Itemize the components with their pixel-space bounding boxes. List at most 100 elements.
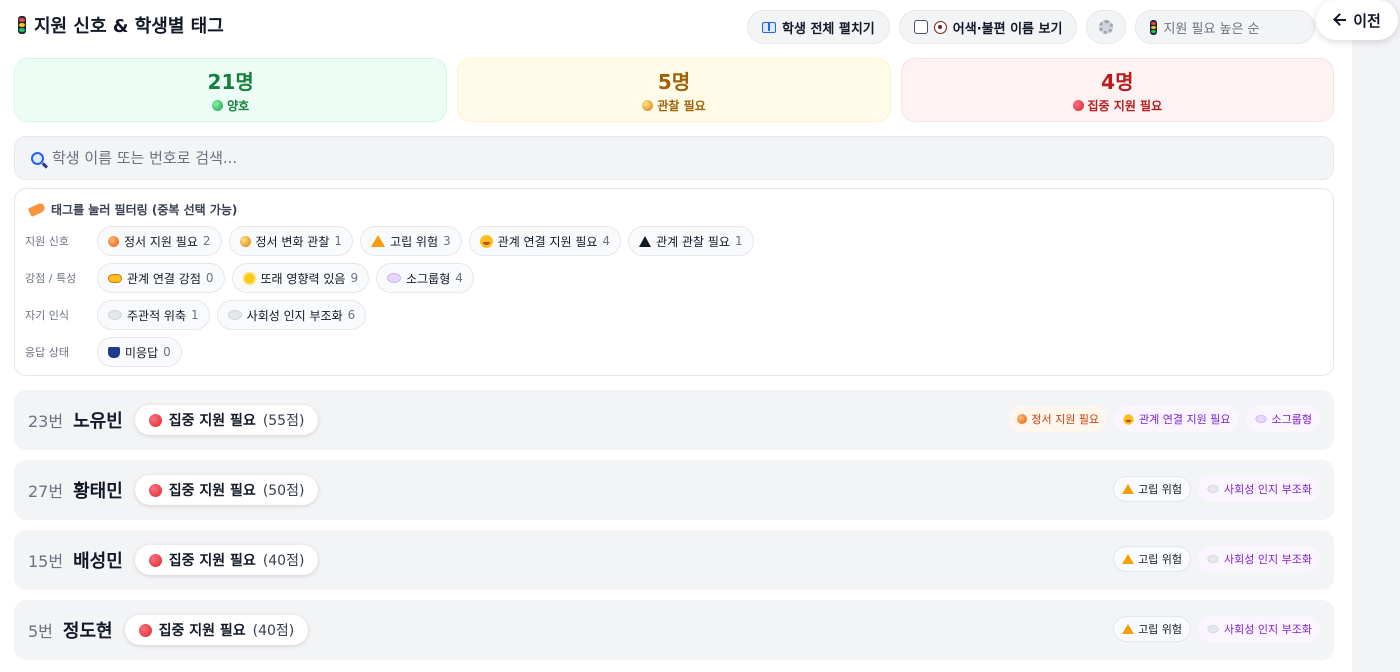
search-bar [14,136,1334,180]
back-button[interactable]: 이전 [1316,0,1398,40]
page-title: 지원 신호 & 학생별 태그 [18,12,224,38]
student-tag: 사회성 인지 부조화 [1198,546,1320,572]
filter-chip[interactable]: 관계 관찰 필요 1 [628,226,754,256]
student-number: 5번 [28,622,53,641]
chip-count: 1 [191,308,199,322]
filter-chip[interactable]: 관계 연결 지원 필요 4 [468,226,622,256]
status-score: (55점) [262,413,305,429]
expand-all-label: 학생 전체 펼치기 [782,21,875,37]
student-row[interactable]: 5번 정도현 집중 지원 필요 (40점) 고립 위험 사회성 인지 부조화 [14,600,1334,660]
student-tag: 고립 위험 [1113,616,1192,642]
black-warning-icon [639,235,652,247]
filter-group-signal: 지원 신호 정서 지원 필요 2 정서 변화 관찰 1 고립 위험 3 관계 연결 지… [25,226,754,256]
chip-count: 4 [602,234,611,248]
filter-chip[interactable]: 정서 변화 관찰 1 [228,226,354,256]
tag-label: 관계 연결 지원 필요 [1139,413,1231,426]
summary-count: 4명 [1101,70,1134,94]
yellow-circle-icon [642,100,654,111]
filter-chip[interactable]: 또래 영향력 있음 9 [231,263,370,293]
back-label: 이전 [1353,11,1381,30]
magnifier-icon [31,151,44,165]
filter-group-label: 강점 / 특성 [25,272,77,285]
tag-label: 사회성 인지 부조화 [1224,623,1312,636]
student-row[interactable]: 27번 황태민 집중 지원 필요 (50점) 고립 위험 사회성 인지 부조화 [14,460,1334,520]
chip-count: 0 [163,345,171,359]
status-score: (40점) [252,623,295,639]
gear-icon [1099,20,1114,34]
filter-chip[interactable]: 미응답 0 [97,337,182,367]
filter-chip[interactable]: 주관적 위축 1 [97,300,210,330]
filter-chip[interactable]: 소그룹형 4 [376,263,474,293]
status-badge: 집중 지원 필요 (50점) [134,475,319,505]
student-name: 정도현 [62,621,113,642]
red-circle-icon [138,623,152,637]
status-badge: 집중 지원 필요 (55점) [134,405,319,435]
status-score: (40점) [262,553,305,569]
awkward-names-label: 어색·불편 이름 보기 [952,21,1063,37]
awkward-names-toggle[interactable]: 어색·불편 이름 보기 [898,10,1078,44]
tag-label: 고립 위험 [1138,623,1183,636]
thought-bubble-icon [1207,625,1219,633]
filter-hint-text: 태그를 눌러 필터링 (중복 선택 가능) [51,203,238,217]
sort-select[interactable]: 지원 필요 높은 순 [1135,10,1316,44]
filter-chip[interactable]: 정서 지원 필요 2 [97,226,222,256]
student-row[interactable]: 15번 배성민 집중 지원 필요 (40점) 고립 위험 사회성 인지 부조화 [14,530,1334,590]
student-tag: 관계 연결 지원 필요 [1114,406,1239,432]
student-name: 노유빈 [73,411,123,432]
filter-chip[interactable]: 고립 위험 3 [360,226,462,256]
chip-count: 3 [443,234,451,248]
student-row[interactable]: 23번 노유빈 집중 지원 필요 (55점) 정서 지원 필요 관계 연결 지원 … [14,390,1334,450]
summary-label-text: 집중 지원 필요 [1087,99,1163,113]
awkward-names-checkbox[interactable] [913,20,928,34]
thumbs-down-icon [108,346,120,358]
chip-count: 2 [202,234,211,248]
search-input[interactable] [52,149,1317,167]
filter-group-label: 자기 인식 [25,309,69,322]
settings-button[interactable] [1086,10,1127,44]
tag-label: 정서 지원 필요 [1031,413,1100,426]
chip-label: 관계 관찰 필요 [656,234,730,249]
chip-count: 0 [205,271,214,285]
chip-label: 관계 연결 지원 필요 [497,234,598,249]
status-label: 집중 지원 필요 [168,413,256,429]
status-score: (50점) [262,483,305,499]
red-circle-icon [148,553,162,567]
summary-card-good[interactable]: 21명 양호 [14,58,448,122]
student-number: 15번 [28,552,64,571]
tag-filter-panel: 태그를 눌러 필터링 (중복 선택 가능) 지원 신호 정서 지원 필요 2 정서… [14,188,1334,376]
student-name: 황태민 [73,481,123,502]
summary-card-focus[interactable]: 4명 집중 지원 필요 [900,58,1334,122]
tag-label: 고립 위험 [1138,483,1183,496]
filter-hint: 태그를 눌러 필터링 (중복 선택 가능) [27,201,238,218]
filter-group-label: 지원 신호 [25,235,69,248]
student-tag: 소그룹형 [1245,406,1320,432]
scrollbar-track[interactable] [1352,0,1400,672]
chip-label: 정서 변화 관찰 [255,234,330,249]
student-name: 배성민 [73,551,123,572]
eye-icon [933,20,947,34]
filter-chip[interactable]: 관계 연결 강점 0 [97,263,225,293]
thought-bubble-icon [227,310,242,320]
filter-group-label: 응답 상태 [25,346,69,359]
traffic-light-icon [18,16,26,34]
chip-count: 1 [334,234,343,248]
yellow-circle-icon [239,235,251,247]
expand-all-button[interactable]: 학생 전체 펼치기 [747,10,890,44]
summary-card-watch[interactable]: 5명 관찰 필요 [457,58,891,122]
traffic-light-icon [1150,19,1158,35]
student-number: 27번 [28,482,64,501]
header: 지원 신호 & 학생별 태그 학생 전체 펼치기 어색·불편 이름 보기 지원 … [14,8,1334,46]
filter-chip[interactable]: 사회성 인지 부조화 6 [216,300,367,330]
summary-cards: 21명 양호 5명 관찰 필요 4명 집중 지원 필요 [14,58,1334,122]
status-badge: 집중 지원 필요 (40점) [124,615,309,645]
chip-label: 사회성 인지 부조화 [246,308,343,323]
tag-label: 사회성 인지 부조화 [1224,553,1312,566]
arrow-left-icon [1333,13,1347,27]
tag-label: 고립 위험 [1138,553,1183,566]
chip-label: 미응답 [125,345,159,360]
status-label: 집중 지원 필요 [168,553,256,569]
status-label: 집중 지원 필요 [168,483,256,499]
student-tag: 사회성 인지 부조화 [1198,476,1320,502]
chip-label: 고립 위험 [390,234,439,249]
page-title-text: 지원 신호 & 학생별 태그 [34,16,224,37]
